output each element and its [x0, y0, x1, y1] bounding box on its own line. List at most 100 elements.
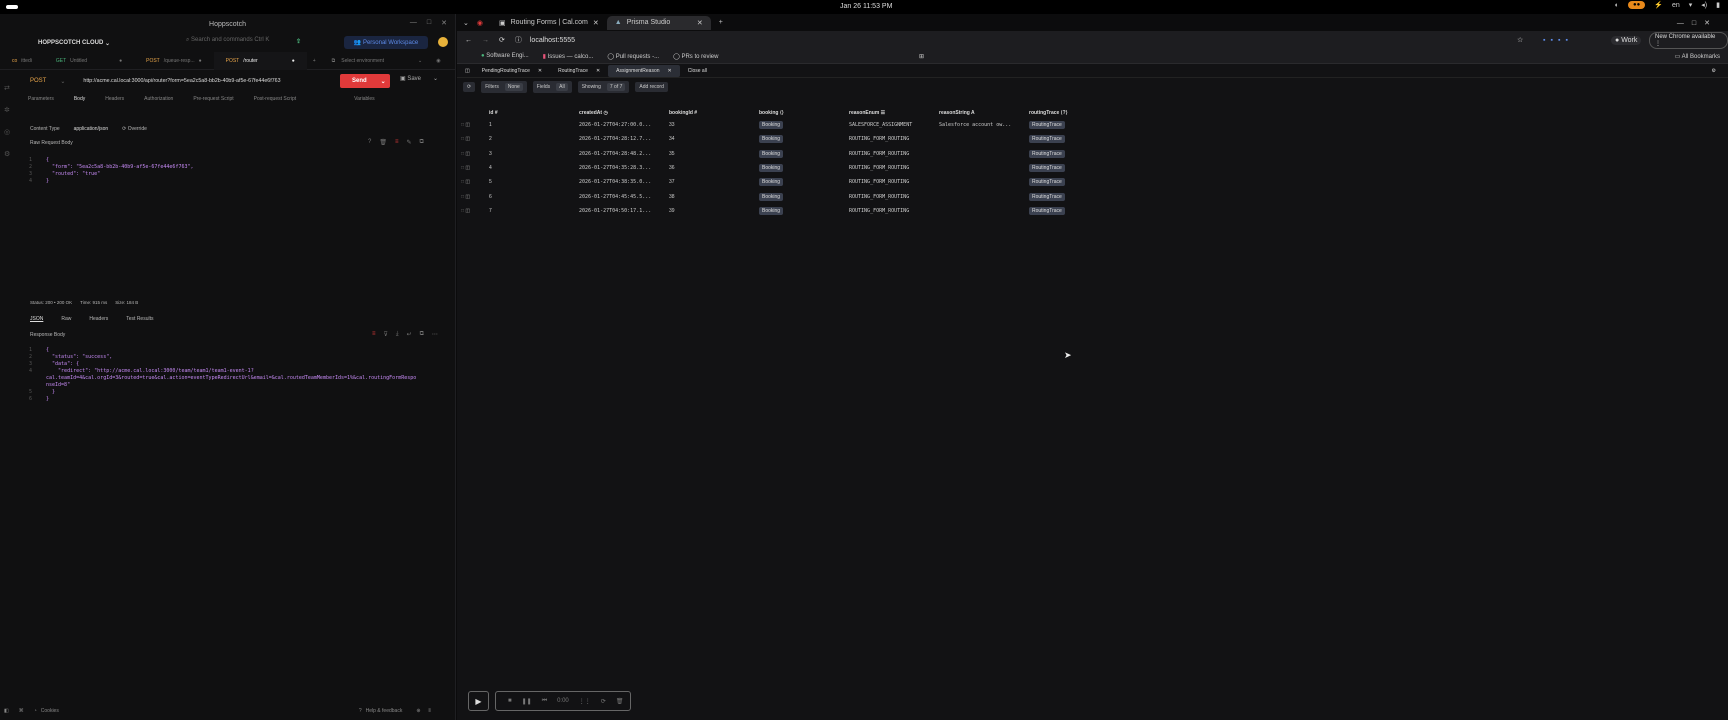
extension-icons[interactable]: ▪▪▪▪ [1543, 37, 1573, 44]
cell-id[interactable]: 1 [487, 118, 577, 132]
chrome-update-button[interactable]: New Chrome available ⋮ [1649, 31, 1728, 49]
cell-booking[interactable]: Booking [757, 147, 847, 161]
forward-icon[interactable]: → [482, 37, 489, 44]
cell-booking[interactable]: Booking [757, 189, 847, 203]
tab-parameters[interactable]: Parameters [28, 96, 54, 102]
row-select-cell[interactable]: □ ◫ [459, 175, 487, 189]
cell-reasonenum[interactable]: ROUTING_FORM_ROUTING [847, 132, 937, 146]
all-bookmarks[interactable]: ▭ All Bookmarks [1675, 53, 1720, 60]
cell-bookingid[interactable]: 33 [667, 118, 757, 132]
cell-booking[interactable]: Booking [757, 118, 847, 132]
url-input[interactable]: http://acme.cal.local:3000/api/router?fo… [83, 78, 280, 84]
cell-reasonenum[interactable]: ROUTING_FORM_ROUTING [847, 189, 937, 203]
cell-reasonenum[interactable]: ROUTING_FORM_ROUTING [847, 175, 937, 189]
column-header-bookingid[interactable]: bookingId # [667, 107, 757, 118]
model-tab-routingtrace[interactable]: RoutingTrace ✕ [550, 65, 608, 77]
column-header-id[interactable]: id # [487, 107, 577, 118]
send-button[interactable]: Send ⌄ [340, 74, 390, 88]
wrap-icon[interactable]: ↵ [407, 331, 412, 338]
cell-booking[interactable]: Booking [757, 132, 847, 146]
close-icon[interactable]: ✕ [668, 68, 672, 74]
recording-badge[interactable]: ●● [1628, 1, 1646, 9]
cell-id[interactable]: 2 [487, 132, 577, 146]
unsaved-dot-icon[interactable]: ● [199, 58, 202, 64]
more-icon[interactable]: ⋯ [432, 331, 438, 338]
recording-tab-icon[interactable]: ◉ [477, 19, 483, 27]
battery-icon[interactable]: ▮ [1716, 1, 1720, 9]
cell-routingtrace[interactable]: RoutingTrace [1027, 147, 1117, 161]
cell-reasonstring[interactable] [937, 175, 1027, 189]
table-row[interactable]: □ ◫ 7 2026-01-27T04:50:17.1... 39 Booking ROU… [459, 204, 1117, 218]
relation-badge[interactable]: Booking [759, 192, 784, 201]
layout-icon[interactable]: ⊕ [416, 708, 420, 714]
cell-id[interactable]: 6 [487, 189, 577, 203]
relation-badge[interactable]: Booking [759, 135, 784, 144]
cell-bookingid[interactable]: 35 [667, 147, 757, 161]
checkbox-icon[interactable]: □ [461, 165, 464, 171]
help-icon[interactable]: ? [368, 139, 371, 146]
cell-reasonstring[interactable]: Salesforce account ow... [937, 118, 1027, 132]
table-row[interactable]: □ ◫ 1 2026-01-27T04:27:00.0... 33 Booking SAL… [459, 118, 1117, 132]
network-icon[interactable]: ▾ [1689, 1, 1693, 9]
content-type-select[interactable]: application/json [74, 126, 108, 132]
add-record-button[interactable]: Add record [635, 82, 668, 92]
realtime-icon[interactable]: ◎ [4, 128, 10, 136]
expand-row-icon[interactable]: ◫ [465, 165, 470, 171]
tab-response-headers[interactable]: Headers [89, 316, 108, 322]
wand-icon[interactable]: ✎ [406, 139, 411, 146]
cell-id[interactable]: 5 [487, 175, 577, 189]
cookies-link[interactable]: Cookies [41, 708, 59, 714]
unsaved-dot-icon[interactable]: ● [119, 58, 122, 64]
cell-createdat[interactable]: 2026-01-27T04:35:28.3... [577, 161, 667, 175]
showing-button[interactable]: Showing 7 of 7 [577, 81, 630, 93]
settings-icon[interactable]: ⚙ [1712, 68, 1716, 74]
cell-reasonenum[interactable]: ROUTING_FORM_ROUTING [847, 204, 937, 218]
expand-row-icon[interactable]: ◫ [465, 122, 470, 128]
language-indicator[interactable]: en [1672, 2, 1680, 9]
expand-row-icon[interactable]: ◫ [465, 194, 470, 200]
site-info-icon[interactable]: ⓘ [515, 35, 522, 45]
row-select-cell[interactable]: □ ◫ [459, 204, 487, 218]
request-tab-2[interactable]: GET Untitled ● [44, 52, 134, 70]
bookmark-item[interactable]: ▮ Issues — calco... [543, 53, 594, 60]
close-icon[interactable]: ✕ [596, 68, 600, 74]
relation-badge[interactable]: RoutingTrace [1029, 135, 1065, 144]
close-icon[interactable]: ✕ [441, 19, 447, 27]
notification-icon[interactable]: ◐ [1615, 2, 1619, 9]
bookmark-star-icon[interactable]: ☆ [1517, 36, 1523, 44]
table-row[interactable]: □ ◫ 2 2026-01-27T04:28:12.7... 34 Booking ROU… [459, 132, 1117, 146]
camera-icon[interactable]: ▶ [468, 691, 489, 711]
tab-post-request-script[interactable]: Post-request Script [254, 96, 297, 102]
cell-booking[interactable]: Booking [757, 161, 847, 175]
funnel-icon[interactable]: ⊽ [384, 331, 388, 338]
checkbox-icon[interactable]: □ [461, 122, 464, 128]
cell-bookingid[interactable]: 39 [667, 204, 757, 218]
checkbox-icon[interactable]: □ [461, 208, 464, 214]
address-input[interactable]: localhost:5555 [530, 37, 575, 44]
cell-bookingid[interactable]: 34 [667, 132, 757, 146]
graphql-icon[interactable]: ✲ [4, 106, 10, 114]
window-controls[interactable]: —□✕ [1677, 19, 1718, 27]
cell-reasonstring[interactable] [937, 147, 1027, 161]
table-row[interactable]: □ ◫ 3 2026-01-27T04:28:48.2... 35 Booking ROU… [459, 147, 1117, 161]
expand-row-icon[interactable]: ◫ [465, 179, 470, 185]
cell-booking[interactable]: Booking [757, 175, 847, 189]
cell-createdat[interactable]: 2026-01-27T04:38:35.0... [577, 175, 667, 189]
environment-select[interactable]: Select environment [341, 58, 384, 64]
request-body-editor[interactable]: 1{2 "form": "5ea2c5a8-bb2b-40b9-af5e-67f… [14, 157, 194, 185]
tab-pre-request-script[interactable]: Pre-request Script [193, 96, 233, 102]
cell-routingtrace[interactable]: RoutingTrace [1027, 161, 1117, 175]
system-clock[interactable]: Jan 26 11:53 PM [840, 3, 892, 10]
request-tab-1[interactable]: co ittedi [0, 52, 44, 70]
cell-reasonstring[interactable] [937, 204, 1027, 218]
tab-body[interactable]: Body [74, 96, 85, 102]
cell-id[interactable]: 4 [487, 161, 577, 175]
unsaved-dot-icon[interactable]: ● [292, 58, 295, 64]
settings-icon[interactable]: ⚙ [4, 150, 10, 158]
tab-variables[interactable]: Variables [354, 96, 374, 102]
expand-row-icon[interactable]: ◫ [465, 208, 470, 214]
relation-badge[interactable]: RoutingTrace [1029, 149, 1065, 158]
close-icon[interactable]: ✕ [697, 19, 703, 27]
relation-badge[interactable]: RoutingTrace [1029, 121, 1065, 130]
cell-reasonenum[interactable]: ROUTING_FORM_ROUTING [847, 147, 937, 161]
